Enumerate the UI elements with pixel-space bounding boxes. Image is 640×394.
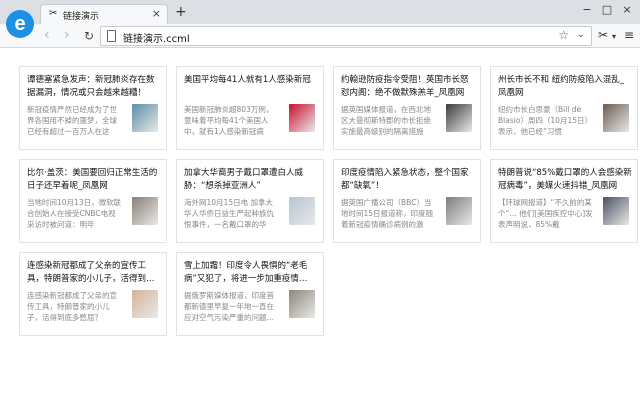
scissors-tool-icon[interactable]: ✂ <box>598 28 608 42</box>
toolbar: ‹ › ↻ 链接演示.ccml ☆ ⌄ ✂ ▾ ≡ <box>0 24 640 48</box>
browser-tab[interactable]: ✂ 链接演示 × <box>40 4 168 24</box>
news-card[interactable]: 加拿大华裔男子戴口罩遭白人威胁：“想杀掉亚洲人” 海外网10月15日电 加拿大华人… <box>176 159 324 243</box>
chevron-down-icon[interactable]: ⌄ <box>577 29 585 40</box>
news-summary: 海外网10月15日电 加拿大华人华侨日益生严起种族仇恨事件，一名戴口罩的华 <box>184 198 274 229</box>
news-title[interactable]: 约翰逊防疫指令受阻！英国市长怒怼内阁：绝不做默殊羔羊_凤凰网 <box>341 74 475 100</box>
news-card[interactable]: 比尔·盖茨：美国要回归正常生活的日子还早着呢_凤凰网当地时间10月13日，微软联… <box>19 159 167 243</box>
news-card[interactable]: 印度疫情陷入紧急状态，整个国家都“缺氧”！ 据英国广播公司（BBC）当地时间15日… <box>333 159 481 243</box>
news-title[interactable]: 州长市长不和 纽约防疫陷入混乱_凤凰网 <box>498 74 632 100</box>
news-summary: 新冠疫情严然已经成为了世界各国用不掉的噩梦，全球已经有超过一百万人在这 <box>27 105 117 136</box>
news-title[interactable]: 美国平均每41人就有1人感染新冠 <box>184 74 318 100</box>
address-bar[interactable]: 链接演示.ccml ☆ ⌄ <box>100 26 592 46</box>
news-card[interactable]: 州长市长不和 纽约防疫陷入混乱_凤凰网纽约市长白思豪（Bill de Blasi… <box>490 66 638 150</box>
virus-image[interactable] <box>132 104 158 132</box>
news-summary: 据英国广播公司（BBC）当地时间15日报道称，印度随着新冠疫情确诊病例的激 <box>341 198 434 229</box>
menu-icon[interactable]: ≡ <box>624 28 634 42</box>
news-title[interactable]: 雪上加霜！印度令人畏惧的“老毛病”又犯了，将进一步加重疫情… <box>184 260 318 286</box>
maximize-button[interactable]: □ <box>600 3 614 16</box>
news-card[interactable]: 谭德塞紧急发声：新冠肺炎存在数据漏洞，情况或只会越来越糟！ 新冠疫情严然已经成为了… <box>19 66 167 150</box>
news-card[interactable]: 雪上加霜！印度令人畏惧的“老毛病”又犯了，将进一步加重疫情… 据俄罗斯媒体报道，印… <box>176 252 324 336</box>
forward-arrow-icon[interactable]: › <box>64 27 70 43</box>
news-title[interactable]: 谭德塞紧急发声：新冠肺炎存在数据漏洞，情况或只会越来越糟！ <box>27 74 161 100</box>
smog-image[interactable] <box>289 290 315 318</box>
page-icon <box>107 30 116 42</box>
trump-image[interactable] <box>603 197 629 225</box>
chevron-down-icon[interactable]: ▾ <box>612 32 616 41</box>
news-card[interactable]: 连感染新冠都成了父亲的宣传工具，特朗普家的小儿子，活得到… 连感染新冠都成了父亲的… <box>19 252 167 336</box>
boy-image[interactable] <box>132 290 158 318</box>
news-summary: 【环球网报道】“不久前的某个“… 他们[美国疾控中心]发表声明说，85%戴 <box>498 198 593 229</box>
reload-icon[interactable]: ↻ <box>84 29 94 43</box>
news-grid: 谭德塞紧急发声：新冠肺炎存在数据漏洞，情况或只会越来越糟！ 新冠疫情严然已经成为了… <box>0 49 640 394</box>
scissors-icon: ✂ <box>49 8 58 19</box>
news-summary: 纽约市长白思豪（Bill de Blasio）周四（10月15日）表示，他已经“… <box>498 105 592 136</box>
news-title[interactable]: 特朗普说“85%戴口罩的人会感染新冠病毒”，美媒火速抖错_凤凰网 <box>498 167 632 193</box>
browser-logo[interactable]: e <box>6 10 34 38</box>
close-tab-icon[interactable]: × <box>152 7 161 20</box>
news-title[interactable]: 比尔·盖茨：美国要回归正常生活的日子还早着呢_凤凰网 <box>27 167 161 193</box>
news-card[interactable]: 美国平均每41人就有1人感染新冠美国新冠肺炎超803万例，意味着平均每41个美国… <box>176 66 324 150</box>
star-icon[interactable]: ☆ <box>558 28 569 42</box>
news-summary: 据英国媒体报道，在西北地区大曼彻斯特郡的市长拒绝实施最高级别的隔离措施 <box>341 105 431 136</box>
new-tab-button[interactable]: + <box>175 4 187 20</box>
close-window-button[interactable]: × <box>620 3 634 16</box>
news-card[interactable]: 特朗普说“85%戴口罩的人会感染新冠病毒”，美媒火速抖错_凤凰网【环球网报道】“… <box>490 159 638 243</box>
news-summary: 美国新冠肺炎超803万例，意味着平均每41个美国人中，就有1人感染新冠病 <box>184 105 274 136</box>
news-summary: 据俄罗斯媒体报道，印度首都新德里早复一年地一直在应对空气污染严重的问题… <box>184 291 274 322</box>
tab-title: 链接演示 <box>63 12 100 22</box>
governor-image[interactable] <box>603 104 629 132</box>
news-summary: 当地时间10月13日，微软联合创始人在接受CNBC电视采访时被问道：明年 <box>27 198 122 229</box>
minimize-button[interactable]: − <box>580 3 594 16</box>
news-title[interactable]: 印度疫情陷入紧急状态，整个国家都“缺氧”！ <box>341 167 475 193</box>
back-arrow-icon[interactable]: ‹ <box>44 27 50 43</box>
news-card[interactable]: 约翰逊防疫指令受阻！英国市长怒怼内阁：绝不做默殊羔羊_凤凰网据英国媒体报道，在西… <box>333 66 481 150</box>
man-mask-image[interactable] <box>289 197 315 225</box>
url-text[interactable]: 链接演示.ccml <box>123 30 190 45</box>
officials-image[interactable] <box>446 104 472 132</box>
newspaper-logo-image[interactable] <box>289 104 315 132</box>
news-summary: 连感染新冠都成了父亲的宣传工具，特朗普家的小儿子，活得到底多憋屈？ <box>27 291 117 322</box>
news-title[interactable]: 加拿大华裔男子戴口罩遭白人威胁：“想杀掉亚洲人” <box>184 167 318 193</box>
news-title[interactable]: 连感染新冠都成了父亲的宣传工具，特朗普家的小儿子，活得到… <box>27 260 161 286</box>
bill-gates-image[interactable] <box>132 197 158 225</box>
title-bar: ✂ 链接演示 × + − □ × <box>0 0 640 24</box>
oxygen-tanks-image[interactable] <box>446 197 472 225</box>
